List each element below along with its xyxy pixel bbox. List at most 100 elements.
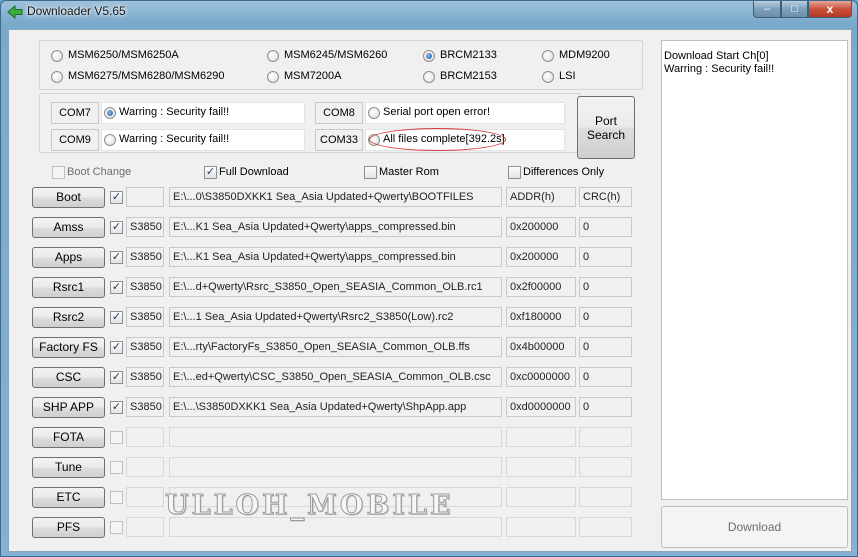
option-label: Master Rom [379,166,439,178]
file-slot-checkbox[interactable]: ✓ [110,221,123,234]
option-checkbox[interactable] [508,166,521,179]
port-search-label-line1: Port [594,114,617,128]
file-slot-checkbox[interactable]: ✓ [110,251,123,264]
crc-field [579,427,632,447]
chipset-radio[interactable] [51,71,63,83]
maximize-button[interactable]: □ [781,1,808,18]
model-field: S3850 [126,367,164,387]
chipset-label: MSM6275/MSM6280/MSM6290 [68,70,225,82]
file-slot-checkbox[interactable] [110,431,123,444]
crc-field: 0 [579,337,632,357]
chipset-label: LSI [559,70,576,82]
com-port-name: COM9 [51,129,99,151]
model-field: S3850 [126,277,164,297]
com-port-radio[interactable] [104,134,116,146]
chipset-label: BRCM2133 [440,49,497,61]
file-slot-button[interactable]: CSC [32,367,105,388]
file-slot-button[interactable]: Rsrc2 [32,307,105,328]
chipset-label: MSM6250/MSM6250A [68,49,179,61]
title-bar[interactable]: Downloader V5.65 – □ x [1,1,858,23]
file-slot-button[interactable]: Rsrc1 [32,277,105,298]
chipset-group [39,40,643,90]
crc-field [579,457,632,477]
chipset-radio[interactable] [423,71,435,83]
file-path-field[interactable]: E:\...\S3850DXKK1 Sea_Asia Updated+Qwert… [169,397,502,417]
file-slot-button[interactable]: FOTA [32,427,105,448]
file-slot-button[interactable]: Amss [32,217,105,238]
file-slot-checkbox[interactable]: ✓ [110,281,123,294]
option-label: Full Download [219,166,289,178]
file-path-field[interactable]: E:\...1 Sea_Asia Updated+Qwerty\Rsrc2_S3… [169,307,502,327]
file-slot-checkbox[interactable] [110,461,123,474]
file-slot-button[interactable]: Boot [32,187,105,208]
app-window: Downloader V5.65 – □ x MSM6250/MSM6250A M… [0,0,858,557]
close-button[interactable]: x [808,1,852,18]
crc-field: 0 [579,367,632,387]
model-field [126,487,164,507]
file-slot-checkbox[interactable]: ✓ [110,191,123,204]
file-path-field[interactable]: E:\...d+Qwerty\Rsrc_S3850_Open_SEASIA_Co… [169,277,502,297]
file-slot-button[interactable]: Apps [32,247,105,268]
file-path-field[interactable]: E:\...rty\FactoryFs_S3850_Open_SEASIA_Co… [169,337,502,357]
chipset-radio[interactable] [51,50,63,62]
file-path-field[interactable] [169,427,502,447]
watermark-text: ULLOH_MOBILE [164,490,454,522]
chipset-label: MSM6245/MSM6260 [284,49,388,61]
crc-field: 0 [579,247,632,267]
file-slot-button[interactable]: SHP APP [32,397,105,418]
client-area: MSM6250/MSM6250A MSM6245/MSM6260 BRCM2133 M… [8,29,852,552]
option-label: Differences Only [523,166,605,178]
file-path-field[interactable]: E:\...K1 Sea_Asia Updated+Qwerty\apps_co… [169,247,502,267]
chipset-radio[interactable] [542,50,554,62]
address-field: 0xf180000 [506,307,576,327]
crc-field: 0 [579,397,632,417]
option-label: Boot Change [67,166,132,178]
crc-field [579,517,632,537]
com-port-radio[interactable] [104,107,116,119]
option-checkbox[interactable] [364,166,377,179]
address-field: 0x200000 [506,247,576,267]
com-port-name: COM7 [51,102,99,124]
minimize-button[interactable]: – [753,1,781,18]
log-line-2: Warring : Security fail!! [664,63,775,75]
chipset-radio[interactable] [423,50,435,62]
address-field [506,427,576,447]
address-field: 0xc0000000 [506,367,576,387]
file-slot-checkbox[interactable]: ✓ [110,371,123,384]
chipset-radio[interactable] [267,71,279,83]
chipset-label: MSM7200A [284,70,342,82]
address-field: 0x200000 [506,217,576,237]
file-slot-button[interactable]: ETC [32,487,105,508]
file-path-field[interactable]: E:\...ed+Qwerty\CSC_S3850_Open_SEASIA_Co… [169,367,502,387]
address-field [506,517,576,537]
file-slot-checkbox[interactable]: ✓ [110,401,123,414]
chipset-label: MDM9200 [559,49,610,61]
file-slot-checkbox[interactable] [110,491,123,504]
com-port-radio[interactable] [368,107,380,119]
file-slot-button[interactable]: PFS [32,517,105,538]
file-slot-button[interactable]: Factory FS [32,337,105,358]
port-search-button[interactable]: Port Search [577,96,635,159]
address-field: 0x4b00000 [506,337,576,357]
file-slot-button[interactable]: Tune [32,457,105,478]
chipset-radio[interactable] [267,50,279,62]
model-field: S3850 [126,337,164,357]
file-path-field[interactable]: E:\...K1 Sea_Asia Updated+Qwerty\apps_co… [169,217,502,237]
model-field: S3850 [126,217,164,237]
file-slot-checkbox[interactable]: ✓ [110,311,123,324]
window-title: Downloader V5.65 [27,4,126,18]
file-path-field[interactable] [169,457,502,477]
com-port-status: Warring : Security fail!! [119,133,230,145]
green-arrow-icon [7,4,23,20]
file-slot-checkbox[interactable]: ✓ [110,341,123,354]
crc-field: 0 [579,277,632,297]
download-button[interactable]: Download [661,506,848,548]
file-path-field[interactable]: E:\...0\S3850DXKK1 Sea_Asia Updated+Qwer… [169,187,502,207]
chipset-radio[interactable] [542,71,554,83]
file-slot-checkbox[interactable] [110,521,123,534]
model-field [126,517,164,537]
com-port-name: COM8 [315,102,363,124]
model-field: S3850 [126,307,164,327]
log-panel[interactable]: Download Start Ch[0] Warring : Security … [661,40,848,500]
option-checkbox[interactable]: ✓ [204,166,217,179]
